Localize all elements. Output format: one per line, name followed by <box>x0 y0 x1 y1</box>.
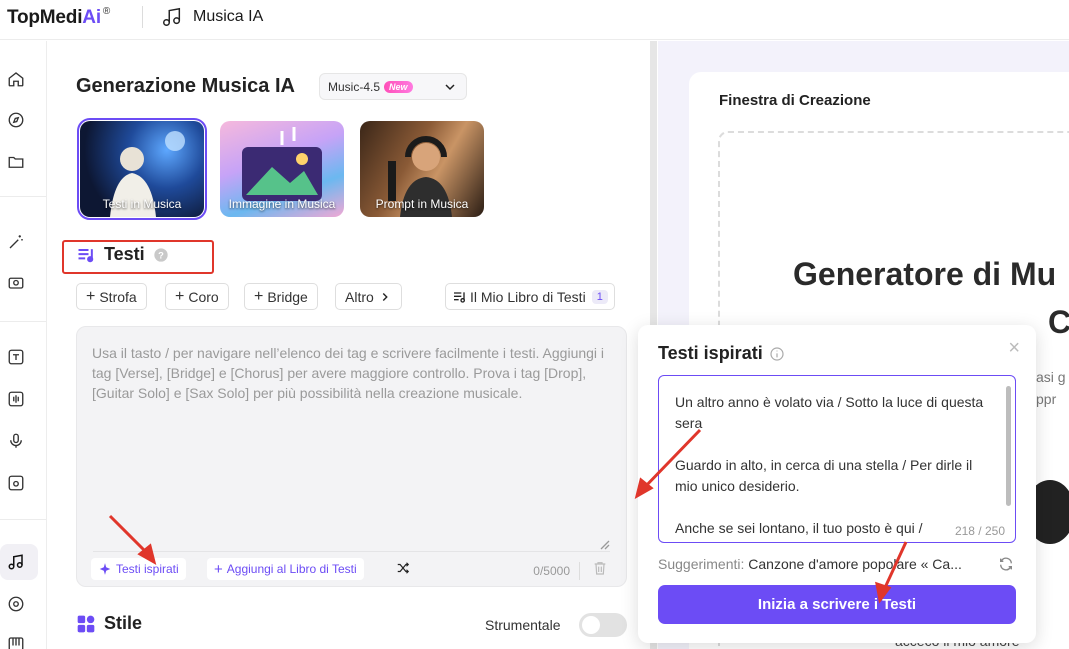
model-select[interactable]: Music-4.5 New <box>319 73 467 100</box>
rail-separator <box>0 196 46 197</box>
add-chorus-chip[interactable]: + Coro <box>165 283 229 310</box>
suggestions-row: Suggerimenti: Canzone d'amore popolare «… <box>658 556 962 572</box>
microphone-icon[interactable] <box>5 430 27 452</box>
textarea-divider <box>93 551 610 552</box>
audio-wave-icon[interactable] <box>5 388 27 410</box>
add-to-lyrics-book-button[interactable]: + Aggiungi al Libro di Testi <box>207 558 364 580</box>
more-tags-chip[interactable]: Altro <box>335 283 402 310</box>
add-verse-chip[interactable]: + Strofa <box>76 283 147 310</box>
sparkle-icon <box>99 563 111 575</box>
explore-icon[interactable] <box>5 109 27 131</box>
brand-logo[interactable]: TopMediAi ® <box>7 6 110 29</box>
toggle-knob <box>582 616 600 634</box>
generator-headline-line2: C <box>1048 304 1069 340</box>
instrumental-label: Strumentale <box>485 617 561 633</box>
my-lyrics-book-button[interactable]: Il Mio Libro di Testi 1 <box>445 283 615 310</box>
inspired-lyrics-button[interactable]: Testi ispirati <box>91 558 186 580</box>
rail-separator <box>0 321 46 322</box>
info-icon[interactable] <box>769 346 785 362</box>
refresh-icon[interactable] <box>998 556 1014 572</box>
plus-icon: + <box>86 287 96 305</box>
lyrics-char-counter: 218 / 250 <box>950 524 1005 538</box>
creation-window-title: Finestra di Creazione <box>719 92 871 109</box>
style-heading-label: Stile <box>104 613 143 633</box>
page-title: Generazione Musica IA <box>76 75 295 97</box>
lyrics-textarea[interactable]: Usa il tasto / per navigare nell’elenco … <box>76 326 627 587</box>
mode-label: Testi in Musica <box>102 197 182 211</box>
text-to-speech-icon[interactable] <box>5 346 27 368</box>
mode-card-prompt-to-music[interactable]: Prompt in Musica <box>360 121 484 217</box>
character-counter: 0/5000 <box>533 564 570 578</box>
mode-card-image-to-music[interactable]: Immagine in Musica <box>220 121 344 217</box>
instrumental-toggle[interactable] <box>579 613 627 637</box>
start-writing-lyrics-button[interactable]: Inizia a scrivere i Testi <box>658 585 1016 624</box>
generator-description: asi g ppr <box>1036 369 1066 407</box>
model-name: Music-4.5 <box>328 79 381 94</box>
music-note-icon <box>163 7 181 26</box>
magic-wand-icon[interactable] <box>5 231 27 253</box>
lyrics-placeholder: Usa il tasto / per navigare nell’elenco … <box>92 345 605 401</box>
mode-card-lyrics-to-music[interactable]: Testi in Musica <box>77 118 207 220</box>
vinyl-icon[interactable] <box>5 593 27 615</box>
generator-headline: Generatore di Mu <box>793 256 1057 292</box>
help-icon[interactable]: ? <box>153 247 169 263</box>
folder-icon[interactable] <box>5 151 27 173</box>
trash-icon[interactable] <box>592 559 608 577</box>
svg-text:?: ? <box>158 250 164 260</box>
inspired-lyrics-textarea[interactable]: Un altro anno è volato via / Sotto la lu… <box>658 375 1016 543</box>
app-title: Musica IA <box>161 6 263 28</box>
inspired-lyrics-popup: Testi ispirati × Un altro anno è volato … <box>638 325 1036 643</box>
close-icon[interactable]: × <box>1008 337 1020 360</box>
generation-panel: Generazione Musica IA Music-4.5 New Test… <box>48 41 648 649</box>
lyrics-icon <box>78 248 94 262</box>
mode-label: Prompt in Musica <box>375 197 469 211</box>
shuffle-icon[interactable] <box>395 561 411 575</box>
plus-icon: + <box>214 560 223 578</box>
lyrics-heading-label: Testi <box>104 244 145 264</box>
resize-handle-icon[interactable] <box>598 538 610 550</box>
style-heading: Stile <box>76 613 142 634</box>
plus-icon: + <box>254 287 264 305</box>
plus-icon: + <box>175 287 185 305</box>
voice-changer-icon[interactable] <box>5 472 27 494</box>
lyrics-book-icon <box>454 291 465 303</box>
header-divider <box>142 6 143 28</box>
textarea-scrollbar[interactable] <box>1006 386 1011 506</box>
mode-label: Immagine in Musica <box>228 197 336 211</box>
popup-title: Testi ispirati <box>658 343 785 364</box>
left-sidebar <box>0 41 47 649</box>
camera-icon[interactable] <box>5 271 27 293</box>
count-badge: 1 <box>591 289 608 304</box>
lyrics-heading: Testi ? <box>76 244 169 265</box>
counter-divider <box>579 562 580 580</box>
app-title-label: Musica IA <box>193 8 264 25</box>
chevron-down-icon <box>445 84 455 91</box>
home-icon[interactable] <box>5 68 27 90</box>
rail-separator <box>0 519 46 520</box>
piano-icon[interactable] <box>5 633 27 649</box>
top-bar: TopMediAi ® Musica IA <box>0 0 1069 40</box>
new-badge: New <box>384 80 413 93</box>
add-bridge-chip[interactable]: + Bridge <box>244 283 318 310</box>
suggestion-value[interactable]: Canzone d'amore popolare « Ca... <box>748 556 962 572</box>
style-grid-icon <box>77 615 95 632</box>
chevron-right-icon <box>382 292 388 301</box>
music-icon[interactable] <box>5 551 27 573</box>
inspired-lyrics-text: Un altro anno è volato via / Sotto la lu… <box>675 394 984 536</box>
